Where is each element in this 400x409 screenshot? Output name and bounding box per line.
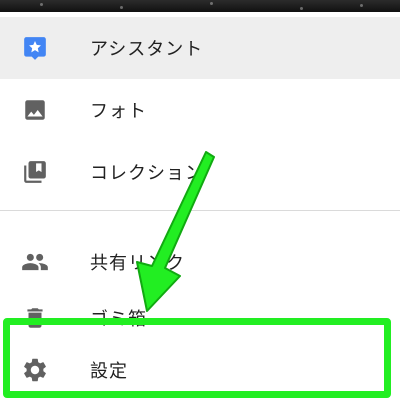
collections-icon: [21, 158, 49, 186]
menu-item-label: 共有リンク: [90, 253, 185, 274]
menu-item-shared-links[interactable]: 共有リンク: [0, 231, 400, 293]
menu-item-label: アシスタント: [90, 39, 204, 60]
menu-item-label: コレクション: [90, 163, 204, 184]
menu-item-photos[interactable]: フォト: [0, 79, 400, 141]
header-image-strip: [0, 0, 400, 12]
menu-item-assistant[interactable]: アシスタント: [0, 17, 400, 79]
assistant-icon: [21, 34, 49, 62]
menu-divider: [0, 210, 400, 211]
highlight-box: [3, 318, 391, 398]
menu-item-label: フォト: [90, 101, 147, 122]
menu-item-collections[interactable]: コレクション: [0, 141, 400, 203]
people-icon: [21, 248, 49, 276]
photo-icon: [21, 96, 49, 124]
